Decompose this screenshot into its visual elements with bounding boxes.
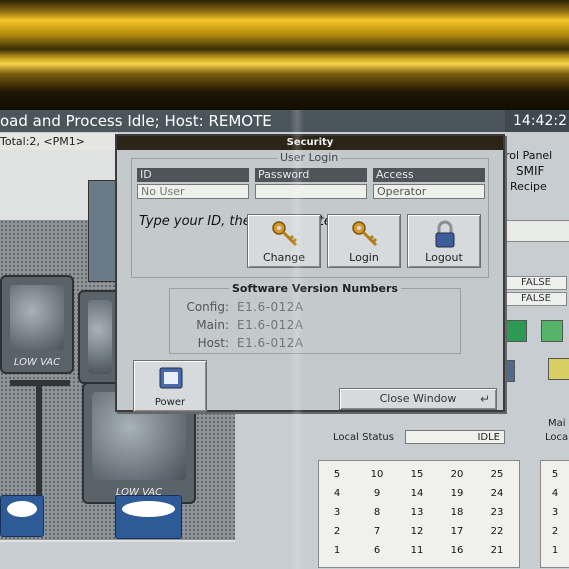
main-label: Mai [548, 418, 566, 429]
local-status-value: IDLE [405, 430, 505, 444]
yellow-grid-button[interactable] [548, 358, 569, 380]
slot-number[interactable]: 1 [543, 545, 567, 556]
key-icon [272, 221, 298, 247]
status-title: oad and Process Idle; Host: REMOTE [0, 112, 272, 130]
login-button[interactable]: Login [327, 214, 401, 268]
user-login-legend: User Login [277, 151, 342, 164]
slot-number[interactable]: 15 [405, 469, 429, 480]
recipe-field[interactable] [505, 220, 569, 242]
main-version: E1.6-012A [237, 318, 304, 332]
id-input[interactable]: No User [137, 184, 249, 199]
power-icon [159, 367, 183, 389]
slot-number[interactable]: 11 [405, 545, 429, 556]
padlock-icon [435, 220, 455, 248]
slot-number[interactable]: 16 [445, 545, 469, 556]
slot-number[interactable]: 4 [543, 488, 567, 499]
slot-number[interactable]: 13 [405, 507, 429, 518]
slot-number[interactable]: 5 [543, 469, 567, 480]
power-button[interactable]: Power [133, 360, 207, 412]
slot-number[interactable]: 3 [325, 507, 349, 518]
slot-number[interactable]: 19 [445, 488, 469, 499]
slot-number[interactable]: 24 [485, 488, 509, 499]
loadlock-tower [88, 180, 116, 282]
status-title-bar: oad and Process Idle; Host: REMOTE [0, 110, 505, 132]
slot-number[interactable]: 12 [405, 526, 429, 537]
slot-number[interactable]: 17 [445, 526, 469, 537]
logout-label: Logout [425, 251, 463, 264]
smif-label: SMIF [516, 164, 545, 178]
local-status-label: Local Status [333, 432, 394, 443]
slot-number[interactable]: 6 [365, 545, 389, 556]
slot-number[interactable]: 1 [325, 545, 349, 556]
slot-number[interactable]: 21 [485, 545, 509, 556]
slot-number[interactable]: 2 [325, 526, 349, 537]
slot-map-left: 5 10 15 20 25 4 9 14 19 24 3 8 13 18 23 2 7 12 17 22 1 6 11 16 2… [318, 460, 520, 568]
key-icon [352, 221, 378, 247]
dialog-title: Security [117, 136, 503, 150]
chamber-left-label: LOW VAC [13, 357, 61, 368]
main-version-label: Main: [196, 318, 229, 332]
return-arrow-icon: ↵ [479, 392, 490, 406]
login-label: Login [349, 251, 379, 264]
control-panel-title: rol Panel [505, 149, 553, 162]
logout-button[interactable]: Logout [407, 214, 481, 268]
slot-map-right: 5 4 3 2 1 [540, 460, 569, 568]
slot-number[interactable]: 23 [485, 507, 509, 518]
monitor-bezel [0, 0, 569, 112]
flag-2: FALSE [505, 292, 567, 306]
slot-number[interactable]: 18 [445, 507, 469, 518]
host-label: Host: [197, 336, 229, 350]
config-label: Config: [186, 300, 229, 314]
load-port-1[interactable] [0, 495, 44, 537]
slot-number[interactable]: 4 [325, 488, 349, 499]
recipe-label: Recipe [510, 180, 547, 193]
access-field: Operator [373, 184, 485, 199]
password-input[interactable] [255, 184, 367, 199]
config-version: E1.6-012A [237, 300, 304, 314]
slot-number[interactable]: 14 [405, 488, 429, 499]
password-column-header: Password [255, 168, 367, 182]
chamber-left[interactable]: LOW VAC [0, 275, 74, 374]
change-label: Change [262, 251, 306, 264]
slot-number[interactable]: 22 [485, 526, 509, 537]
change-button[interactable]: Change [247, 214, 321, 268]
slot-number[interactable]: 8 [365, 507, 389, 518]
lot-summary: Total:2, <PM1> [0, 133, 118, 150]
slot-number[interactable]: 5 [325, 469, 349, 480]
green-status-button[interactable] [505, 320, 527, 342]
slot-number[interactable]: 3 [543, 507, 567, 518]
close-window-button[interactable]: Close Window ↵ [339, 388, 497, 410]
screen: oad and Process Idle; Host: REMOTE 14:42… [0, 110, 569, 569]
id-column-header: ID [137, 168, 249, 182]
slot-number[interactable]: 7 [365, 526, 389, 537]
slot-number[interactable]: 10 [365, 469, 389, 480]
clock: 14:42:2 [505, 110, 569, 132]
security-dialog: Security User Login ID Password Access N… [115, 134, 505, 412]
slot-number[interactable]: 25 [485, 469, 509, 480]
flag-1: FALSE [505, 276, 567, 290]
close-window-label: Close Window [379, 392, 457, 405]
local-status-label-2: Loca [545, 432, 569, 443]
slot-number[interactable]: 9 [365, 488, 389, 499]
software-version-legend: Software Version Numbers [229, 282, 401, 295]
power-label: Power [154, 397, 186, 408]
load-port-2[interactable] [115, 495, 182, 539]
green-grid-button[interactable] [541, 320, 563, 342]
host-version: E1.6-012A [237, 336, 304, 350]
blue-button[interactable] [505, 360, 515, 382]
slot-number[interactable]: 2 [543, 526, 567, 537]
access-column-header: Access [373, 168, 485, 182]
slot-number[interactable]: 20 [445, 469, 469, 480]
